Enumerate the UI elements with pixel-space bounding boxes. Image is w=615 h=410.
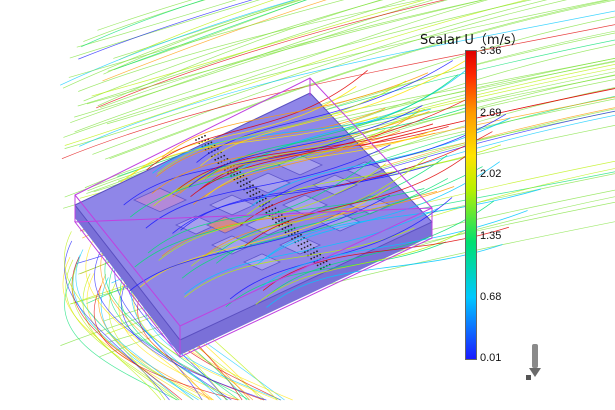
- grille-hole: [236, 182, 239, 184]
- grille-hole: [274, 207, 277, 210]
- legend-tick-label: 2.69: [480, 107, 502, 119]
- grille-hole: [284, 217, 286, 220]
- grille-hole: [217, 157, 220, 160]
- grille-hole: [284, 231, 287, 234]
- grille-hole: [242, 183, 245, 186]
- grille-hole: [271, 218, 274, 221]
- grille-hole: [220, 156, 223, 158]
- grille-hole: [252, 193, 255, 196]
- grille-hole: [300, 243, 303, 246]
- grille-hole: [322, 261, 325, 264]
- grille-hole: [268, 210, 271, 213]
- grille-hole: [201, 136, 203, 139]
- grille-hole: [214, 158, 217, 161]
- grille-hole: [300, 248, 303, 250]
- grille-hole: [310, 257, 313, 260]
- grille-hole: [275, 221, 277, 224]
- grille-hole: [319, 263, 322, 265]
- streamline: [62, 0, 303, 89]
- streamline: [119, 0, 275, 60]
- grille-hole: [281, 228, 284, 231]
- grille-hole: [223, 154, 226, 157]
- grille-hole: [271, 208, 274, 211]
- grille-hole: [316, 250, 318, 253]
- grille-hole: [248, 181, 251, 183]
- 3d-viewport[interactable]: [0, 0, 615, 410]
- grille-hole: [306, 240, 309, 243]
- grille-hole: [245, 177, 248, 180]
- grille-hole: [210, 141, 213, 144]
- streamline: [109, 0, 615, 160]
- grille-hole: [207, 142, 210, 145]
- grille-hole: [249, 190, 252, 193]
- grille-hole: [255, 187, 258, 190]
- color-scale-bar: [465, 50, 477, 360]
- grille-hole: [195, 139, 197, 141]
- legend-tick-label: 1.35: [480, 230, 502, 242]
- axis-triad-icon[interactable]: [524, 342, 546, 382]
- grille-hole: [258, 191, 261, 193]
- grille-hole: [204, 134, 206, 137]
- legend-tick-label: 3.36: [480, 45, 502, 57]
- grille-hole: [239, 185, 242, 188]
- grille-hole: [287, 225, 290, 228]
- grille-hole: [306, 245, 309, 248]
- grille-hole: [245, 182, 248, 185]
- grille-hole: [290, 224, 293, 226]
- grille-hole: [239, 180, 242, 183]
- grille-hole: [287, 230, 290, 232]
- grille-hole: [242, 179, 245, 182]
- legend-tick-label: 0.01: [480, 352, 502, 364]
- grille-hole: [249, 185, 251, 188]
- grille-hole: [313, 251, 315, 254]
- grille-hole: [252, 184, 254, 187]
- grille-hole: [236, 172, 239, 175]
- grille-hole: [264, 197, 267, 200]
- grille-hole: [284, 226, 287, 229]
- grille-hole: [300, 233, 302, 236]
- legend-title: Scalar U（m/s）: [420, 33, 524, 48]
- grille-hole: [261, 199, 264, 201]
- grille-hole: [309, 243, 312, 246]
- grille-hole: [293, 232, 296, 234]
- legend-tick-label: 0.68: [480, 291, 502, 303]
- grille-hole: [281, 218, 283, 221]
- grille-hole: [303, 246, 306, 249]
- grille-hole: [294, 236, 296, 239]
- grille-hole: [297, 235, 299, 238]
- grille-hole: [246, 191, 249, 194]
- legend-tick-label: 2.02: [480, 168, 502, 180]
- grille-hole: [291, 238, 293, 240]
- grille-hole: [316, 255, 319, 257]
- grille-hole: [265, 211, 268, 214]
- grille-hole: [297, 244, 300, 247]
- grille-hole: [303, 251, 306, 254]
- grille-hole: [278, 220, 280, 223]
- streamline: [113, 0, 308, 71]
- grille-hole: [316, 264, 319, 267]
- grille-hole: [313, 256, 316, 259]
- grille-hole: [249, 195, 252, 198]
- grille-hole: [252, 189, 255, 191]
- grille-hole: [303, 241, 306, 244]
- grille-hole: [198, 137, 200, 140]
- grille-hole: [255, 192, 258, 195]
